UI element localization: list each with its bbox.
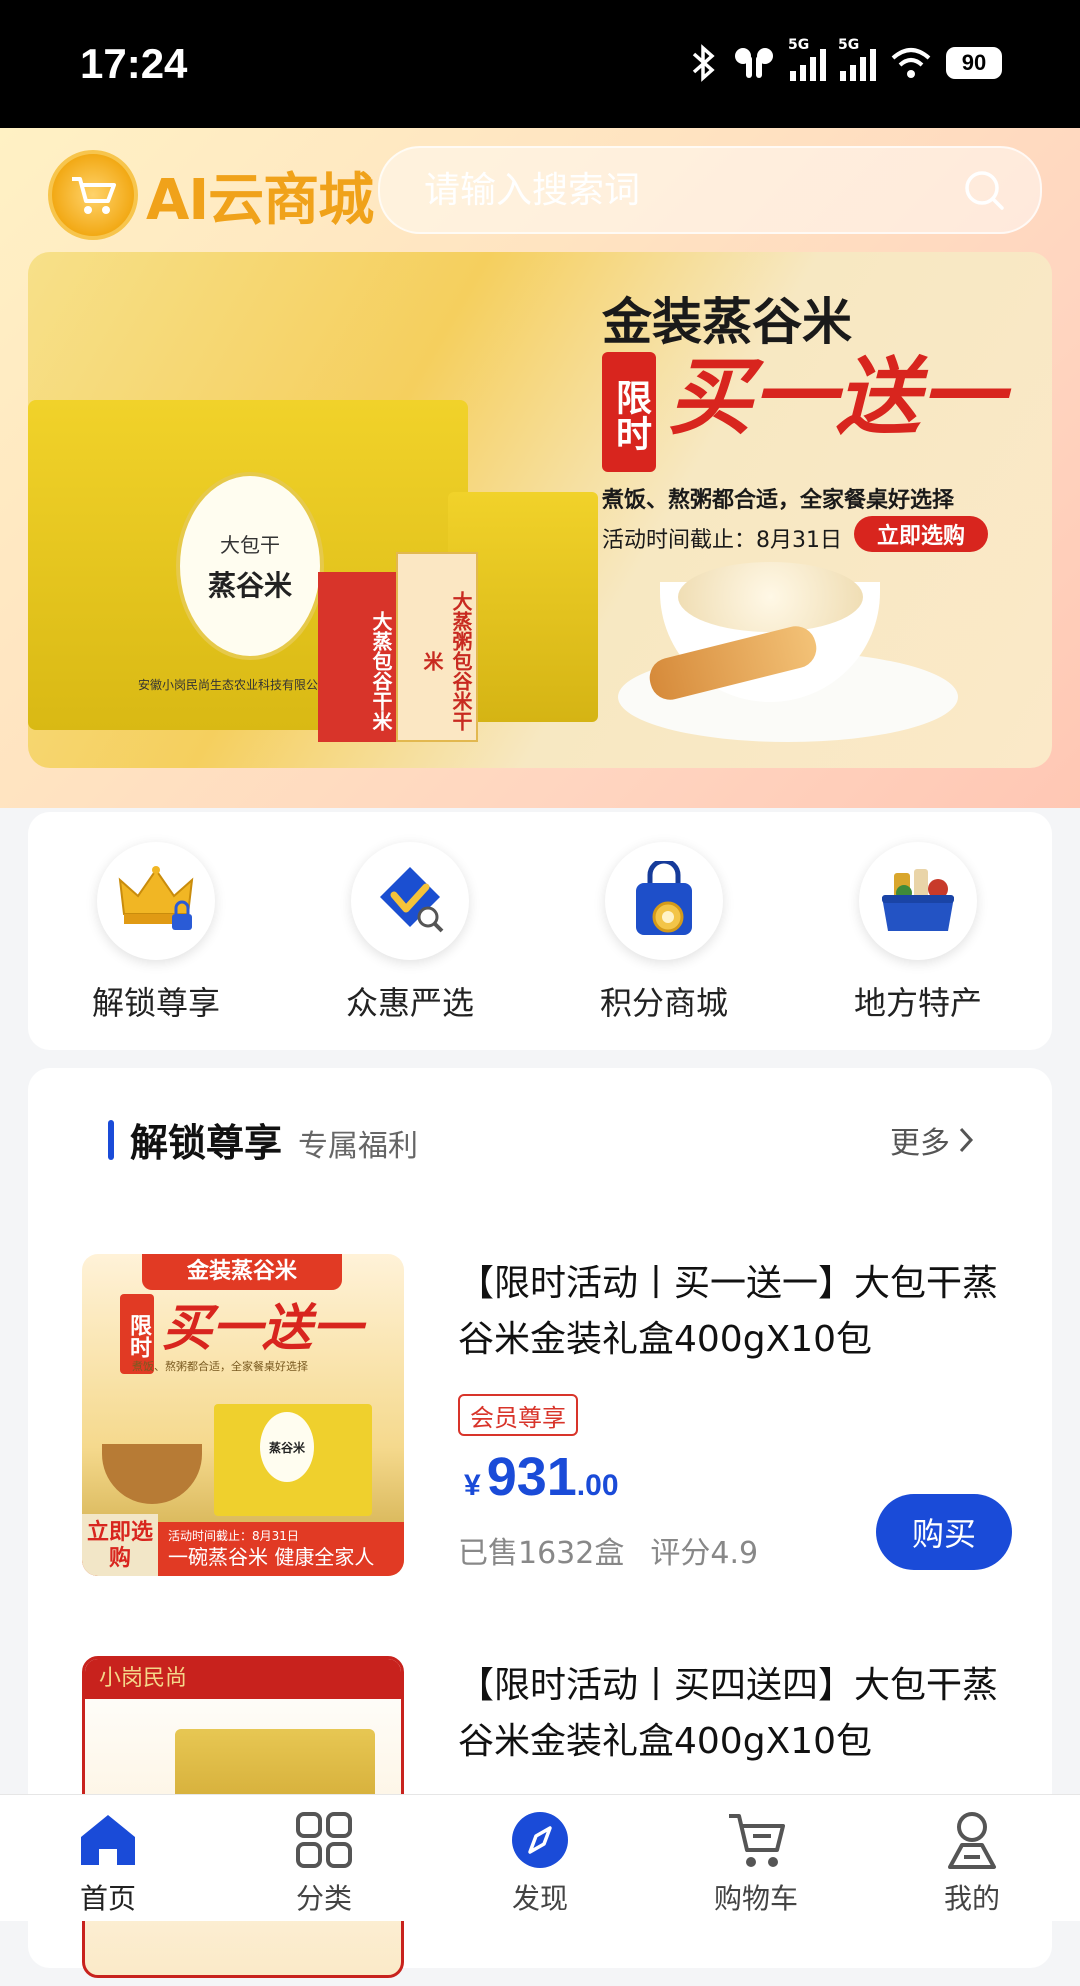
tab-label: 我的	[943, 1882, 1000, 1915]
product-title[interactable]: 【限时活动丨买一送一】大包干蒸谷米金装礼盒400gX10包	[458, 1256, 998, 1368]
promo-banner[interactable]: 大包干 蒸谷米 安徽小岗民尚生态农业科技有限公司 大蒸包谷干米 大蒸粥包谷米干米…	[28, 252, 1052, 768]
compass-icon	[512, 1812, 568, 1868]
user-icon	[948, 1812, 996, 1869]
product-card[interactable]: 金装蒸谷米 限时 买一送一 煮饭、熬粥都合适，全家餐桌好选择 蒸谷米 立即选购 …	[82, 1254, 1012, 1584]
quick-entry-panel: 解锁尊享 众惠严选 积分商城 地方特产	[28, 812, 1052, 1050]
limited-time-tag: 限时	[602, 352, 656, 472]
rice-image	[678, 562, 863, 632]
logo-text: AI云商城	[146, 167, 374, 233]
section-accent-bar	[108, 1119, 114, 1160]
crown-lock-icon	[97, 842, 215, 960]
thumb-slogan: 一碗蒸谷米 健康全家人	[168, 1545, 375, 1569]
company-name: 安徽小岗民尚生态农业科技有限公司	[138, 678, 331, 692]
quick-entry-unlock-vip[interactable]: 解锁尊享	[66, 842, 246, 1024]
status-icons: 5G 5G 90	[688, 37, 1002, 82]
banner-promo: 买一送一	[668, 347, 1005, 446]
cellular-signal-2-icon: 5G	[838, 37, 876, 81]
product-price: ¥ 931 .00	[464, 1446, 619, 1508]
sold-count: 已售1632盒	[458, 1536, 625, 1571]
quick-entry-label: 众惠严选	[345, 984, 474, 1022]
banner-deadline: 活动时间截止：8月31日	[602, 528, 842, 553]
banner-subtitle: 煮饭、熬粥都合适，全家餐桌好选择	[602, 488, 955, 513]
product-thumbnail[interactable]: 金装蒸谷米 限时 买一送一 煮饭、熬粥都合适，全家餐桌好选择 蒸谷米 立即选购 …	[82, 1254, 404, 1576]
wifi-icon	[891, 48, 931, 78]
cart-icon	[729, 1814, 785, 1867]
search-input[interactable]	[422, 168, 946, 212]
tab-category[interactable]: 分类	[254, 1805, 394, 1917]
search-icon[interactable]	[962, 168, 1006, 212]
rice-pack-cream: 大蒸粥包谷米干米	[396, 552, 478, 742]
tab-cart[interactable]: 购物车	[686, 1805, 826, 1917]
shopping-bag-coin-icon	[605, 842, 723, 960]
quick-entry-local-specialty[interactable]: 地方特产	[828, 842, 1008, 1024]
battery-indicator: 90	[946, 47, 1002, 79]
section-header: 解锁尊享 专属福利	[108, 1112, 418, 1167]
quick-entry-label: 积分商城	[599, 984, 728, 1022]
quick-entry-selection[interactable]: 众惠严选	[320, 842, 500, 1024]
thumb-promo: 买一送一	[162, 1298, 362, 1357]
price-decimal: .00	[576, 1469, 619, 1502]
status-time: 17:24	[80, 40, 188, 87]
home-icon	[81, 1815, 135, 1865]
section-subtitle: 专属福利	[298, 1129, 419, 1164]
check-shield-icon	[351, 842, 469, 960]
thumb-cta: 立即选购	[82, 1514, 158, 1576]
bluetooth-icon	[692, 44, 715, 82]
food-basket-icon	[859, 842, 977, 960]
price-currency: ¥	[464, 1469, 481, 1502]
product-label: 大包干 蒸谷米	[176, 472, 324, 660]
earbuds-icon	[735, 48, 773, 78]
grid-icon	[296, 1812, 352, 1868]
more-link[interactable]: 更多	[890, 1118, 974, 1162]
quick-entry-points-mall[interactable]: 积分商城	[574, 842, 754, 1024]
thumb-bowl	[102, 1444, 202, 1504]
product-meta: 已售1632盒 评分4.9	[458, 1528, 758, 1572]
tab-label: 首页	[79, 1882, 136, 1915]
chevron-right-icon	[959, 1127, 974, 1153]
rating: 评分4.9	[650, 1536, 759, 1571]
cart-logo-icon	[48, 150, 138, 240]
quick-entry-label: 解锁尊享	[91, 984, 220, 1022]
thumb-label: 蒸谷米	[260, 1412, 314, 1482]
tab-label: 购物车	[713, 1882, 798, 1915]
status-bar: 17:24 5G 5G 90	[0, 0, 1080, 128]
thumb-subtitle: 煮饭、熬粥都合适，全家餐桌好选择	[132, 1360, 308, 1373]
rice-pack-red: 大蒸包谷干米	[318, 572, 396, 742]
quick-entry-label: 地方特产	[853, 984, 982, 1022]
more-label: 更多	[890, 1126, 950, 1161]
member-badge: 会员尊享	[458, 1394, 578, 1436]
tab-discover[interactable]: 发现	[470, 1805, 610, 1917]
thumb-title: 金装蒸谷米	[142, 1254, 342, 1290]
thumb-brand: 小岗民尚	[85, 1659, 401, 1699]
buy-button[interactable]: 购买	[876, 1494, 1012, 1570]
banner-cta-button[interactable]: 立即选购	[854, 516, 988, 552]
bottom-tab-bar: 首页 分类 发现 购物车 我的	[0, 1794, 1080, 1921]
cellular-signal-1-icon: 5G	[788, 37, 826, 81]
tab-mine[interactable]: 我的	[902, 1805, 1042, 1917]
product-title[interactable]: 【限时活动丨买四送四】大包干蒸谷米金装礼盒400gX10包	[458, 1658, 998, 1770]
app-logo: AI云商城	[48, 150, 374, 240]
tab-label: 分类	[295, 1882, 352, 1915]
price-integer: 931	[486, 1447, 577, 1507]
search-bar[interactable]	[378, 146, 1042, 234]
section-title: 解锁尊享	[130, 1121, 283, 1165]
tab-label: 发现	[511, 1882, 568, 1915]
tab-home[interactable]: 首页	[38, 1805, 178, 1917]
